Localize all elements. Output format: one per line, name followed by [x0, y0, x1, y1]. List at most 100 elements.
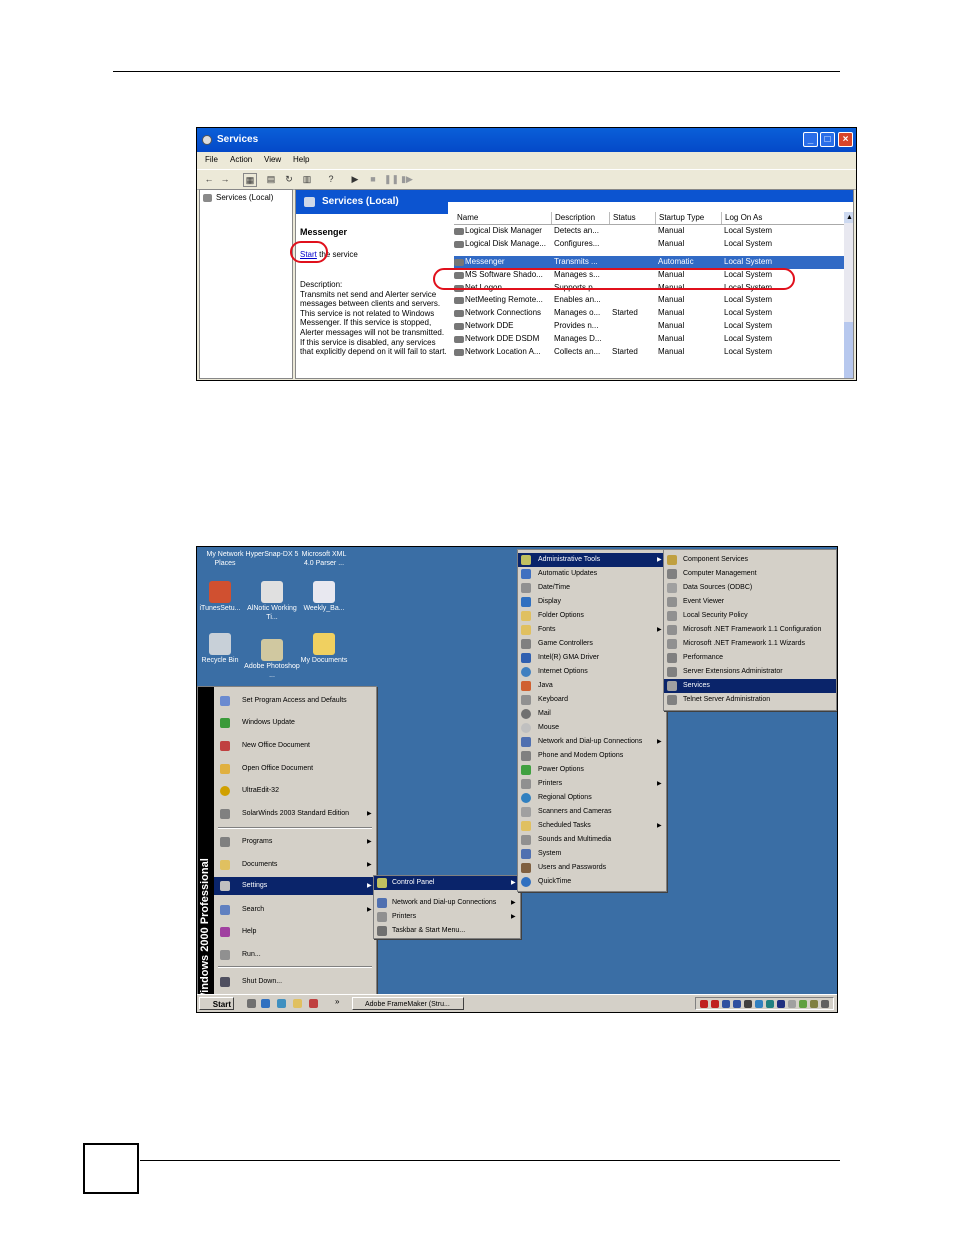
menu-item[interactable]: Network and Dial-up Connections ▶	[518, 735, 666, 749]
menu-item[interactable]: Intel(R) GMA Driver	[518, 651, 666, 665]
menu-item[interactable]: Sounds and Multimedia	[518, 833, 666, 847]
menu-item[interactable]: Local Security Policy	[664, 609, 836, 623]
desktop-icon[interactable]: AlNotic Working Ti...	[244, 581, 300, 622]
back-arrow-icon[interactable]: ←	[203, 173, 215, 185]
minimize-button[interactable]: _	[803, 132, 818, 147]
menu-item[interactable]: Game Controllers	[518, 637, 666, 651]
scroll-up-icon[interactable]: ▲	[844, 212, 853, 223]
menu-item[interactable]: Taskbar & Start Menu...	[374, 924, 520, 938]
menu-item[interactable]: System	[518, 847, 666, 861]
folder-icon[interactable]	[293, 999, 302, 1008]
menu-help[interactable]: Help	[293, 152, 309, 168]
start-button[interactable]: Start	[199, 997, 234, 1010]
internet-explorer-icon[interactable]	[261, 999, 270, 1008]
menu-item[interactable]: Fonts ▶	[518, 623, 666, 637]
desktop-icon[interactable]: My Documents	[296, 633, 352, 666]
export-list-icon[interactable]: ▥	[301, 173, 313, 185]
menu-item[interactable]: SolarWinds 2003 Standard Edition ▶	[198, 807, 376, 821]
tray-icon[interactable]	[766, 1000, 774, 1008]
menu-item-settings[interactable]: Settings ▶	[214, 877, 374, 895]
table-row[interactable]: NetMeeting Remote... Enables an... Manual L…	[454, 294, 846, 307]
menu-item-help[interactable]: Help	[198, 925, 376, 939]
table-row[interactable]: Network Location A... Collects an... Start…	[454, 346, 846, 359]
menu-item[interactable]: Regional Options	[518, 791, 666, 805]
menu-item[interactable]: Set Program Access and Defaults	[198, 694, 376, 708]
scroll-thumb[interactable]	[844, 322, 853, 378]
menu-item[interactable]: Computer Management	[664, 567, 836, 581]
menu-item[interactable]: QuickTime	[518, 875, 666, 889]
close-button[interactable]: ×	[838, 132, 853, 147]
menu-item-administrative-tools[interactable]: Administrative Tools ▶	[518, 553, 666, 567]
tray-icon[interactable]	[722, 1000, 730, 1008]
restart-icon[interactable]: ▮▶	[401, 173, 413, 185]
tray-icon[interactable]	[700, 1000, 708, 1008]
menu-item[interactable]: Users and Passwords	[518, 861, 666, 875]
menu-item[interactable]: Display	[518, 595, 666, 609]
menu-item[interactable]: Telnet Server Administration	[664, 693, 836, 707]
table-row[interactable]: Network DDE Provides n... Manual Local Syst…	[454, 320, 846, 333]
show-desktop-icon[interactable]	[247, 999, 256, 1008]
menu-item-search[interactable]: Search ▶	[198, 903, 376, 917]
desktop-icon[interactable]: Microsoft XML 4.0 Parser ...	[296, 551, 352, 568]
column-header-log-on-as[interactable]: Log On As	[721, 212, 845, 224]
menu-item-shut-down[interactable]: Shut Down...	[198, 975, 376, 989]
column-header-description[interactable]: Description	[551, 212, 609, 224]
menu-item[interactable]: Keyboard	[518, 693, 666, 707]
menu-item[interactable]: Scanners and Cameras	[518, 805, 666, 819]
menu-item[interactable]: Folder Options	[518, 609, 666, 623]
tray-icon[interactable]	[799, 1000, 807, 1008]
menu-item-control-panel[interactable]: Control Panel ▶	[374, 876, 520, 890]
language-icon[interactable]	[777, 1000, 785, 1008]
menu-item[interactable]: Mouse	[518, 721, 666, 735]
menu-item[interactable]: Event Viewer	[664, 595, 836, 609]
menu-item[interactable]: Printers ▶	[518, 777, 666, 791]
tray-icon[interactable]	[755, 1000, 763, 1008]
tray-icon[interactable]	[744, 1000, 752, 1008]
menu-item[interactable]: Data Sources (ODBC)	[664, 581, 836, 595]
menu-item[interactable]: Microsoft .NET Framework 1.1 Configurati…	[664, 623, 836, 637]
tray-icon[interactable]	[733, 1000, 741, 1008]
desktop-icon[interactable]: Recycle Bin	[197, 633, 248, 666]
help-icon[interactable]: ?	[325, 173, 337, 185]
column-header-startup-type[interactable]: Startup Type	[655, 212, 721, 224]
stop-icon[interactable]: ■	[367, 173, 379, 185]
properties-icon[interactable]: ▤	[265, 173, 277, 185]
column-header-status[interactable]: Status	[609, 212, 655, 224]
taskbar-app-framemaker[interactable]: Adobe FrameMaker (Stru...	[352, 997, 464, 1010]
tray-icon[interactable]	[821, 1000, 829, 1008]
tree-item-services-local[interactable]: Services (Local)	[216, 193, 273, 202]
forward-arrow-icon[interactable]: →	[219, 173, 231, 185]
tray-icon[interactable]	[810, 1000, 818, 1008]
menu-item-services[interactable]: Services	[664, 679, 836, 693]
menu-item[interactable]: Performance	[664, 651, 836, 665]
table-row-selected[interactable]: Messenger Transmits ... Automatic Local Sys…	[454, 256, 846, 269]
menu-item[interactable]: Date/Time	[518, 581, 666, 595]
play-icon[interactable]: ▶	[349, 173, 361, 185]
menu-view[interactable]: View	[264, 152, 281, 168]
tray-icon[interactable]	[788, 1000, 796, 1008]
menu-item[interactable]: Automatic Updates	[518, 567, 666, 581]
menu-item[interactable]: New Office Document	[198, 739, 376, 753]
menu-item[interactable]: Open Office Document	[198, 762, 376, 776]
desktop-icon[interactable]: iTunesSetu...	[197, 581, 248, 614]
desktop-icon[interactable]: HyperSnap-DX 5	[244, 551, 300, 560]
title-bar[interactable]: Services _ □ ×	[197, 128, 856, 152]
desktop-icon[interactable]: Weekly_Ba...	[296, 581, 352, 614]
pause-icon[interactable]: ❚❚	[384, 173, 399, 185]
menu-item[interactable]: Microsoft .NET Framework 1.1 Wizards	[664, 637, 836, 651]
menu-item[interactable]: Network and Dial-up Connections ▶	[374, 896, 520, 910]
show-hide-tree-icon[interactable]: ▦	[243, 173, 257, 187]
tray-icon[interactable]	[711, 1000, 719, 1008]
quicklaunch-icon[interactable]	[309, 999, 318, 1008]
menu-item[interactable]: Power Options	[518, 763, 666, 777]
menu-item-documents[interactable]: Documents ▶	[198, 858, 376, 872]
menu-item[interactable]: Windows Update	[198, 716, 376, 730]
outlook-icon[interactable]	[277, 999, 286, 1008]
maximize-button[interactable]: □	[820, 132, 835, 147]
table-row[interactable]: Logical Disk Manager Detects an... Manual L…	[454, 225, 846, 238]
menu-item[interactable]: Mail	[518, 707, 666, 721]
menu-item-programs[interactable]: Programs ▶	[198, 835, 376, 849]
vertical-scrollbar[interactable]: ▲	[844, 212, 853, 378]
column-header-name[interactable]: Name	[454, 212, 550, 224]
menu-item[interactable]: Component Services	[664, 553, 836, 567]
